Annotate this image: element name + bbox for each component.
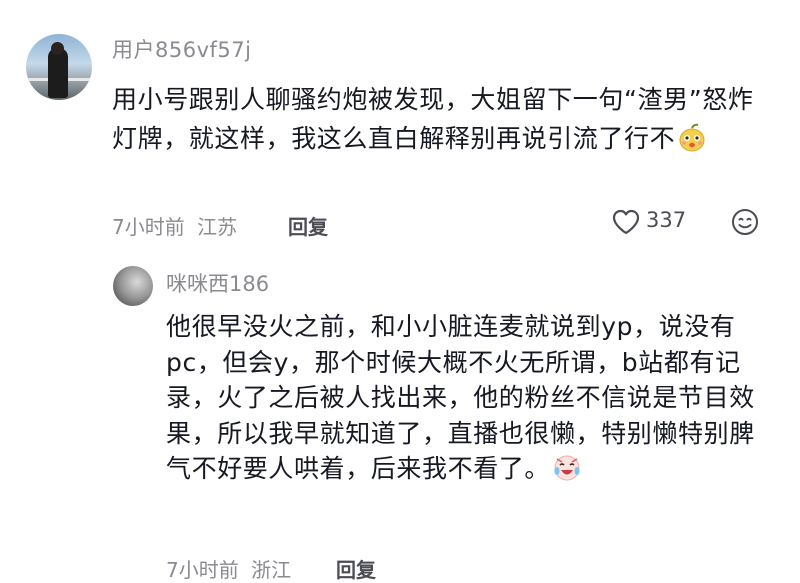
reply-username[interactable]: 咪咪西186 (166, 268, 269, 298)
reply-meta: 7小时前 浙江 (166, 554, 291, 583)
comment-location: 江苏 (197, 215, 238, 239)
avatar-photo-person (48, 48, 68, 98)
like-count: 337 (646, 208, 687, 232)
reply-reply-button[interactable]: 回复 (336, 554, 376, 583)
reply-user-avatar[interactable] (113, 266, 153, 306)
crying-laugh-emoji-icon (554, 455, 580, 481)
comment-time: 7小时前 (112, 215, 185, 239)
reply-location: 浙江 (251, 558, 292, 582)
heart-outline-icon[interactable] (612, 209, 640, 235)
comment-reply-button[interactable]: 回复 (288, 211, 328, 240)
avatar-photo-head (51, 42, 64, 55)
comment-text: 用小号跟别人聊骚约炮被发现，大姐留下一句“渣男”怒炸灯牌，就这样，我这么直白解释… (112, 85, 754, 153)
comment-username[interactable]: 用户856vf57j (112, 34, 251, 64)
smiley-icon[interactable] (731, 208, 759, 236)
pear-face-emoji-icon (679, 123, 705, 152)
comment-meta: 7小时前 江苏 (112, 211, 237, 240)
user-avatar[interactable] (26, 34, 92, 100)
reply-text: 他很早没火之前，和小小脏连麦就说到yp，说没有pc，但会y，那个时候大概不火无所… (166, 312, 755, 483)
reply-body: 他很早没火之前，和小小脏连麦就说到yp，说没有pc，但会y，那个时候大概不火无所… (166, 309, 758, 487)
reply-time: 7小时前 (166, 558, 239, 582)
comment-body: 用小号跟别人聊骚约炮被发现，大姐留下一句“渣男”怒炸灯牌，就这样，我这么直白解释… (112, 80, 760, 158)
